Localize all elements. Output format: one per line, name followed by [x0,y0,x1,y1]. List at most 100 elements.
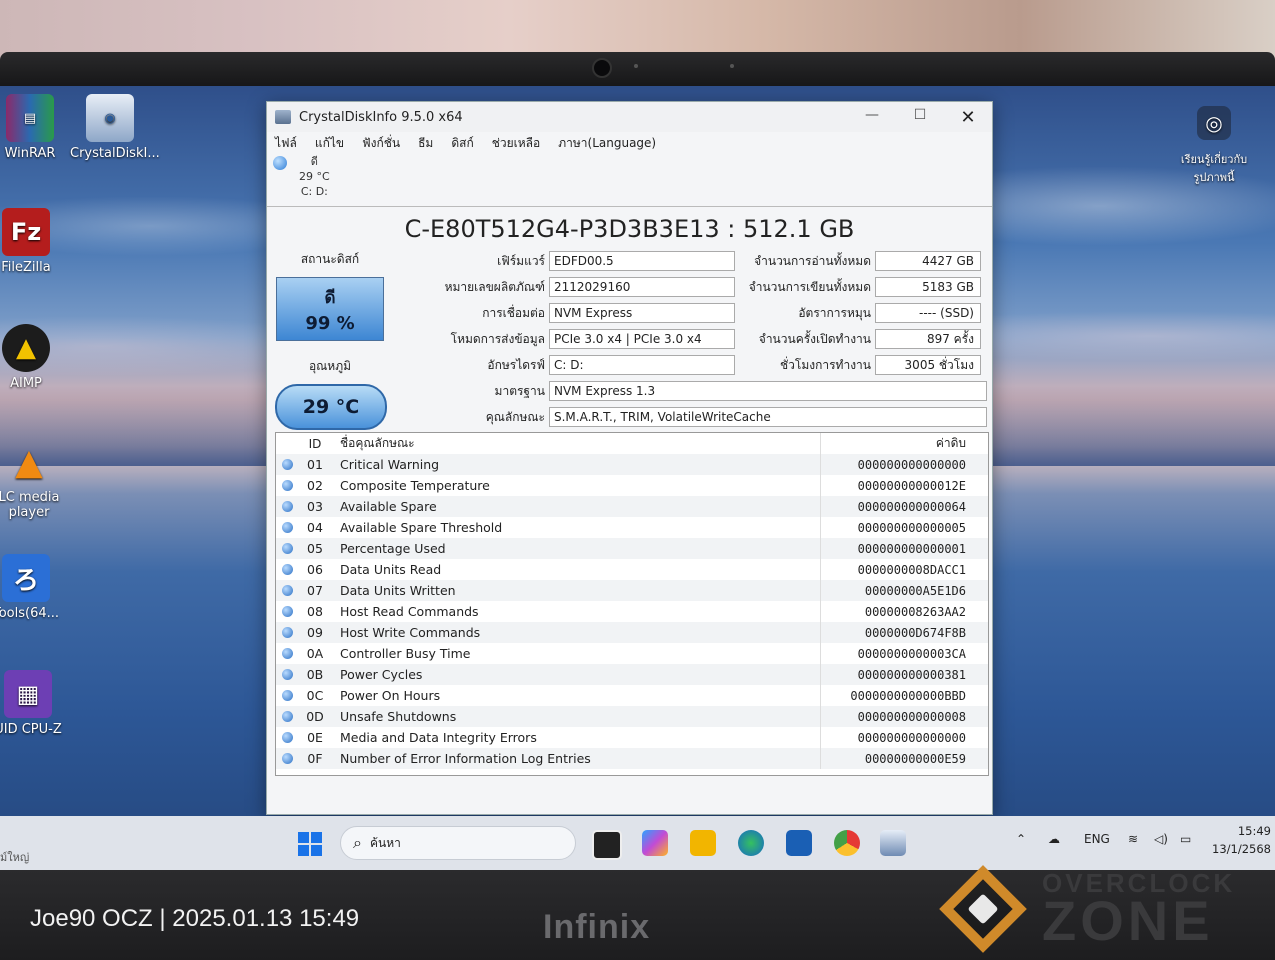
table-row[interactable]: 03 Available Spare 000000000000064 [276,496,988,517]
search-box[interactable]: ⌕ ค้นหา [340,826,576,860]
table-row[interactable]: 06 Data Units Read 0000000008DACC1 [276,559,988,580]
watermark-text-bottom: ZONE [1042,889,1214,952]
disk-info-panel: เฟิร์มแวร์ EDFD00.5 จำนวนการอ่านทั้งหมด … [397,248,987,430]
table-row[interactable]: 04 Available Spare Threshold 0000000000000… [276,517,988,538]
battery-icon[interactable]: ▭ [1180,832,1191,846]
desktop-icon-cpuz[interactable]: ▦ UID CPU-Z [0,670,68,737]
crystaldiskinfo-taskbar-icon[interactable] [880,830,906,856]
attribute-name: Available Spare Threshold [332,517,821,538]
table-row[interactable]: 05 Percentage Used 000000000000001 [276,538,988,559]
attribute-name: Composite Temperature [332,475,821,496]
desktop-icon-vlc[interactable]: ▲ LC media player [0,438,72,521]
sensor-dot [730,64,734,68]
column-id[interactable]: ID [298,437,332,451]
chevron-up-icon[interactable]: ⌃ [1016,832,1026,846]
disk-selector[interactable]: ดี 29 °C C: D: [267,154,992,204]
features-value: S.M.A.R.T., TRIM, VolatileWriteCache [549,407,987,427]
temperature-value[interactable]: 29 °C [275,384,387,430]
desktop-icon-crystaldiskinfo[interactable]: ◉ CrystalDiskI... [70,94,160,161]
filezilla-icon: Fz [2,208,50,256]
table-row[interactable]: 0C Power On Hours 0000000000000BBD [276,685,988,706]
attribute-id: 0C [306,688,324,703]
transfer-mode-value: PCIe 3.0 x4 | PCIe 3.0 x4 [549,329,735,349]
menu-function[interactable]: ฟังก์ชั่น [362,134,400,153]
attribute-id: 08 [307,604,323,619]
clock[interactable]: 15:49 13/1/2568 [1212,822,1271,858]
attribute-id: 06 [307,562,323,577]
health-status-text: ดี [324,288,336,308]
attribute-raw-value: 0000000000003CA [857,646,966,661]
copilot-icon[interactable] [642,830,668,856]
wifi-icon[interactable]: ≋ [1128,832,1138,846]
aimp-icon: ▲ [2,324,50,372]
attribute-raw-value: 00000008263AA2 [864,604,966,619]
column-name[interactable]: ชื่อคุณลักษณะ [332,433,821,454]
menu-disk[interactable]: ดิสก์ [451,134,473,153]
health-status-button[interactable]: ดี 99 % [276,277,384,341]
menu-help[interactable]: ช่วยเหลือ [492,134,541,153]
attribute-raw-value: 000000000000064 [857,499,966,514]
disk-tab-status: ดี [310,155,318,168]
table-row[interactable]: 0F Number of Error Information Log Entrie… [276,748,988,769]
start-icon[interactable] [298,832,322,856]
task-view-icon[interactable] [592,830,622,860]
winrar-icon: ▤ [6,94,54,142]
attribute-name: Media and Data Integrity Errors [332,727,821,748]
table-row[interactable]: 0B Power Cycles 000000000000381 [276,664,988,685]
total-reads-value: 4427 GB [875,251,981,271]
attribute-name: Data Units Read [332,559,821,580]
minimize-icon[interactable]: — [848,107,896,128]
status-dot-icon [276,627,298,638]
attribute-raw-value: 0000000000000BBD [850,688,966,703]
table-row[interactable]: 0D Unsafe Shutdowns 000000000000008 [276,706,988,727]
table-row[interactable]: 02 Composite Temperature 00000000000012E [276,475,988,496]
desktop-icon-label: Tools(64... [0,606,60,621]
menu-file[interactable]: ไฟล์ [275,134,297,153]
attribute-name: Critical Warning [332,454,821,475]
attribute-raw-value: 000000000000005 [857,520,966,535]
menu-bar: ไฟล์ แก้ไข ฟังก์ชั่น ธีม ดิสก์ ช่วยเหลือ… [267,132,992,154]
table-row[interactable]: 07 Data Units Written 00000000A5E1D6 [276,580,988,601]
status-dot-icon [276,669,298,680]
attribute-name: Data Units Written [332,580,821,601]
table-row[interactable]: 01 Critical Warning 000000000000000 [276,454,988,475]
table-row[interactable]: 0A Controller Busy Time 0000000000003CA [276,643,988,664]
taskbar-left-text: ม์ใหญ่ [0,851,30,864]
status-dot-icon [276,648,298,659]
laptop-screen: ▤ WinRAR ◉ CrystalDiskI... Fz FileZilla … [0,86,1275,870]
cloud-offline-icon[interactable]: ☁ [1048,832,1060,846]
menu-language[interactable]: ภาษา(Language) [558,134,656,153]
chrome-icon[interactable] [834,830,860,856]
attribute-id: 04 [307,520,323,535]
learn-about-picture[interactable]: ◎ เรียนรู้เกี่ยวกับรูปภาพนี้ [1179,106,1249,186]
column-raw[interactable]: ค่าดิบ [821,434,988,453]
divider [267,206,992,207]
learn-about-picture-label: เรียนรู้เกี่ยวกับรูปภาพนี้ [1180,153,1248,184]
interface-label: การเชื่อมต่อ [482,305,545,320]
language-indicator[interactable]: ENG [1084,832,1110,846]
table-row[interactable]: 09 Host Write Commands 0000000D674F8B [276,622,988,643]
maximize-icon[interactable]: ☐ [896,107,944,128]
file-explorer-icon[interactable] [690,830,716,856]
menu-theme[interactable]: ธีม [418,134,433,153]
close-icon[interactable]: ✕ [944,107,992,128]
store-icon[interactable] [786,830,812,856]
webcam-icon [592,58,612,78]
volume-icon[interactable]: ◁) [1154,832,1168,846]
serial-label: หมายเลขผลิตภัณฑ์ [444,279,545,294]
desktop-icon-filezilla[interactable]: Fz FileZilla [0,208,66,275]
menu-edit[interactable]: แก้ไข [315,134,344,153]
total-writes-label: จำนวนการเขียนทั้งหมด [748,279,871,294]
search-icon: ⌕ [353,833,362,852]
table-row[interactable]: 0E Media and Data Integrity Errors 0000000… [276,727,988,748]
edge-icon[interactable] [738,830,764,856]
drive-letter-value: C: D: [549,355,735,375]
desktop-icon-aimp[interactable]: ▲ AIMP [0,324,66,391]
title-bar[interactable]: CrystalDiskInfo 9.5.0 x64 — ☐ ✕ [267,102,992,132]
sensor-dot [634,64,638,68]
table-row[interactable]: 08 Host Read Commands 00000008263AA2 [276,601,988,622]
status-dot-icon [276,480,298,491]
desktop-icon-tools[interactable]: ろ Tools(64... [0,554,66,621]
desktop-icon-winrar[interactable]: ▤ WinRAR [0,94,70,161]
app-icon [275,110,291,124]
